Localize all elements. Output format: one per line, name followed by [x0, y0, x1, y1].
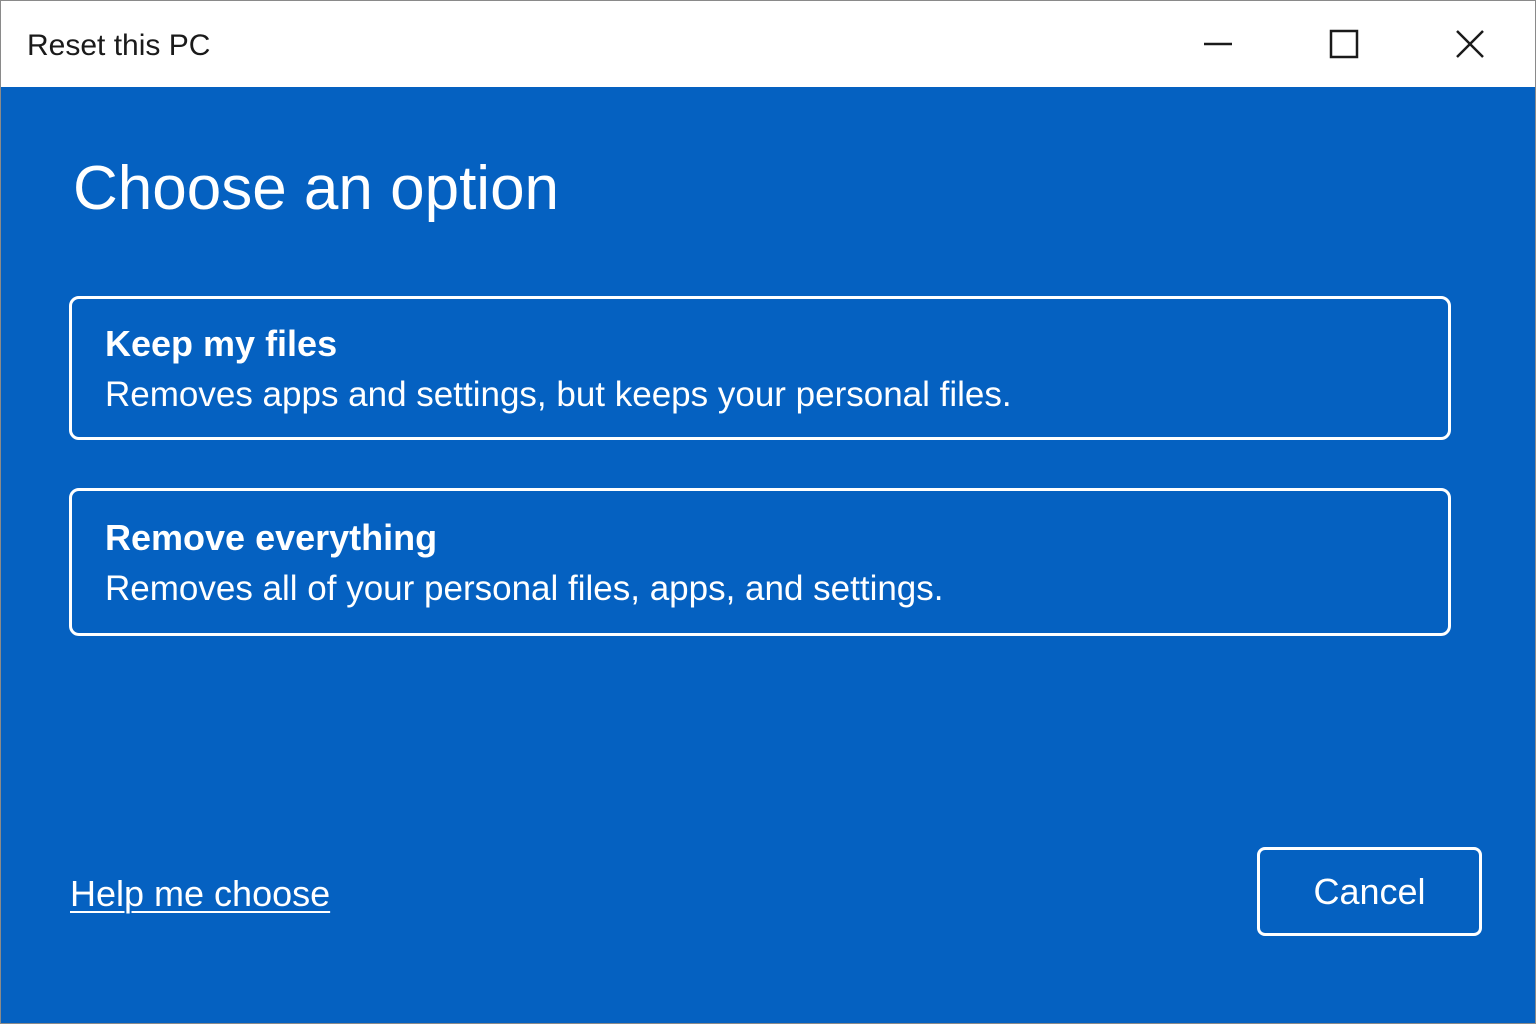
option-description: Removes all of your personal files, apps… [105, 569, 944, 608]
window-title: Reset this PC [27, 29, 211, 62]
maximize-button[interactable] [1281, 1, 1407, 87]
close-icon [1455, 29, 1485, 59]
keep-my-files-option[interactable]: Keep my files Removes apps and settings,… [69, 296, 1451, 440]
option-title: Keep my files [105, 323, 338, 364]
reset-pc-window: Reset this PC Choose an option Keep my f… [0, 0, 1536, 1024]
remove-everything-option[interactable]: Remove everything Removes all of your pe… [69, 488, 1451, 636]
help-me-choose-link[interactable]: Help me choose [70, 872, 330, 916]
minimize-button[interactable] [1155, 1, 1281, 87]
title-bar: Reset this PC [1, 1, 1535, 87]
maximize-icon [1329, 29, 1359, 59]
close-button[interactable] [1407, 1, 1533, 87]
cancel-button[interactable]: Cancel [1257, 847, 1482, 936]
options-panel: Choose an option Keep my files Removes a… [1, 87, 1535, 1023]
option-description: Removes apps and settings, but keeps you… [105, 375, 1012, 414]
option-title: Remove everything [105, 517, 438, 558]
minimize-icon [1203, 29, 1233, 59]
page-title: Choose an option [73, 154, 560, 223]
